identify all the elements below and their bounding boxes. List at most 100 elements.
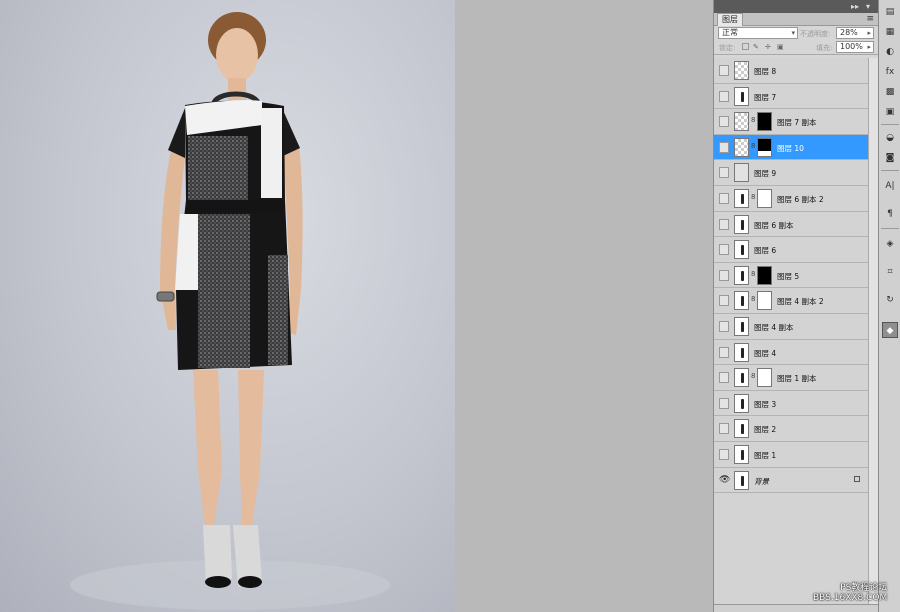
- visibility-toggle[interactable]: [719, 116, 729, 128]
- link-icon[interactable]: 8: [751, 372, 755, 380]
- visibility-toggle[interactable]: [719, 397, 729, 409]
- layer-row[interactable]: 8 图层 4 副本 2: [714, 288, 868, 314]
- actions-panel-icon[interactable]: ↻: [882, 292, 898, 308]
- layer-mask-thumbnail[interactable]: [757, 188, 772, 208]
- collapse-icon[interactable]: ▸▸: [851, 2, 859, 11]
- layer-name[interactable]: 图层 4: [754, 348, 776, 359]
- layer-mask-thumbnail[interactable]: [757, 368, 772, 388]
- panel-menu-icon[interactable]: ≡: [866, 14, 874, 24]
- transform-panel-icon[interactable]: ⌗: [882, 264, 898, 280]
- layer-row[interactable]: 8 图层 7 副本: [714, 109, 868, 135]
- layer-row[interactable]: 👁 背景: [714, 468, 868, 494]
- lock-transparent-icon[interactable]: [742, 43, 749, 50]
- layer-thumbnail[interactable]: [734, 112, 749, 132]
- layer-row[interactable]: 图层 2: [714, 416, 868, 442]
- panel-title-bar[interactable]: ▸▸ ▾: [714, 0, 878, 13]
- visibility-toggle[interactable]: [719, 218, 729, 230]
- layer-thumbnail[interactable]: [734, 137, 749, 157]
- layer-name[interactable]: 图层 5: [777, 271, 799, 282]
- layer-mask-thumbnail[interactable]: [757, 137, 772, 157]
- layer-thumbnail[interactable]: [734, 265, 749, 285]
- opacity-field[interactable]: 28% ▸: [836, 27, 874, 39]
- lock-move-icon[interactable]: ✛: [765, 43, 771, 51]
- layer-name[interactable]: 图层 1: [754, 450, 776, 461]
- masks-panel-icon[interactable]: ◙: [882, 150, 898, 166]
- layer-thumbnail[interactable]: [734, 368, 749, 388]
- paragraph-panel-icon[interactable]: ¶: [882, 206, 898, 222]
- panel-close-icon[interactable]: ▾: [866, 2, 870, 11]
- layer-row[interactable]: 8 图层 10: [714, 134, 868, 161]
- visibility-toggle[interactable]: [719, 269, 729, 281]
- visibility-toggle[interactable]: [719, 320, 729, 332]
- layer-name[interactable]: 图层 4 副本 2: [777, 296, 824, 307]
- link-icon[interactable]: 8: [751, 116, 755, 124]
- layer-name[interactable]: 图层 9: [754, 168, 776, 179]
- visibility-toggle[interactable]: [719, 244, 729, 256]
- layer-name[interactable]: 图层 2: [754, 424, 776, 435]
- character-panel-icon[interactable]: A|: [882, 178, 898, 194]
- layer-row[interactable]: 图层 4 副本: [714, 314, 868, 340]
- blend-mode-select[interactable]: 正常 ▾: [718, 27, 798, 39]
- swatches-panel-icon[interactable]: ▦: [882, 24, 898, 40]
- visibility-toggle[interactable]: [719, 167, 729, 179]
- visibility-toggle[interactable]: [719, 192, 729, 204]
- layer-thumbnail[interactable]: [734, 444, 749, 464]
- layer-name[interactable]: 图层 4 副本: [754, 322, 794, 333]
- lock-brush-icon[interactable]: ✎: [753, 43, 759, 51]
- visibility-toggle[interactable]: [719, 423, 729, 435]
- eye-icon[interactable]: 👁: [719, 475, 730, 486]
- layer-thumbnail[interactable]: [734, 470, 749, 490]
- layer-row[interactable]: 图层 4: [714, 340, 868, 366]
- visibility-toggle[interactable]: [719, 448, 729, 460]
- layer-row[interactable]: 图层 8: [714, 58, 868, 84]
- image-panel-icon[interactable]: ▩: [882, 84, 898, 100]
- layer-thumbnail[interactable]: [734, 240, 749, 260]
- visibility-toggle[interactable]: [719, 65, 729, 76]
- layer-thumbnail[interactable]: [734, 61, 749, 80]
- layer-row[interactable]: 图层 6: [714, 237, 868, 263]
- layer-thumbnail[interactable]: [734, 419, 749, 439]
- channels-panel-icon[interactable]: ◈: [882, 236, 898, 252]
- layer-row[interactable]: 8 图层 6 副本 2: [714, 186, 868, 212]
- layer-thumbnail[interactable]: [734, 393, 749, 413]
- layer-mask-thumbnail[interactable]: [757, 112, 772, 132]
- layer-name[interactable]: 图层 8: [754, 66, 776, 77]
- layer-mask-thumbnail[interactable]: [757, 265, 772, 285]
- document-canvas[interactable]: [0, 0, 455, 612]
- tab-layers[interactable]: 图层: [717, 13, 743, 26]
- visibility-toggle[interactable]: [719, 141, 729, 153]
- layer-name[interactable]: 图层 7: [754, 92, 776, 103]
- info-panel-icon[interactable]: ◐: [882, 44, 898, 60]
- layer-thumbnail[interactable]: [734, 291, 749, 311]
- layer-name[interactable]: 图层 1 副本: [777, 373, 817, 384]
- layer-row[interactable]: 图层 9: [714, 160, 868, 186]
- lock-all-icon[interactable]: ▣: [777, 43, 784, 51]
- fx-styles-panel-icon[interactable]: fx: [882, 64, 898, 80]
- link-icon[interactable]: 8: [751, 295, 755, 303]
- layer-row[interactable]: 8 图层 5: [714, 263, 868, 289]
- layer-row[interactable]: 8 图层 1 副本: [714, 365, 868, 391]
- layers-panel-icon[interactable]: ◆: [882, 322, 898, 338]
- layer-thumbnail[interactable]: [734, 316, 749, 336]
- layer-thumbnail[interactable]: [734, 188, 749, 208]
- layer-name[interactable]: 背景: [754, 476, 769, 487]
- fill-field[interactable]: 100% ▸: [836, 41, 874, 53]
- layer-name[interactable]: 图层 3: [754, 399, 776, 410]
- layer-row[interactable]: 图层 7: [714, 84, 868, 110]
- layer-row[interactable]: 图层 3: [714, 391, 868, 417]
- navigator-panel-icon[interactable]: ▣: [882, 104, 898, 120]
- layer-thumbnail[interactable]: [734, 86, 749, 106]
- layer-name[interactable]: 图层 6 副本 2: [777, 194, 824, 205]
- adjustments-panel-icon[interactable]: ◒: [882, 130, 898, 146]
- visibility-toggle[interactable]: [719, 295, 729, 307]
- visibility-toggle[interactable]: [719, 90, 729, 102]
- layer-thumbnail[interactable]: [734, 342, 749, 362]
- layer-row[interactable]: 图层 6 副本: [714, 212, 868, 238]
- layer-mask-thumbnail[interactable]: [757, 291, 772, 311]
- visibility-toggle[interactable]: [719, 372, 729, 384]
- layer-thumbnail[interactable]: [734, 214, 749, 234]
- layer-row[interactable]: 图层 1: [714, 442, 868, 468]
- link-icon[interactable]: 8: [751, 270, 755, 278]
- layer-name[interactable]: 图层 7 副本: [777, 117, 817, 128]
- history-panel-icon[interactable]: ▤: [882, 4, 898, 20]
